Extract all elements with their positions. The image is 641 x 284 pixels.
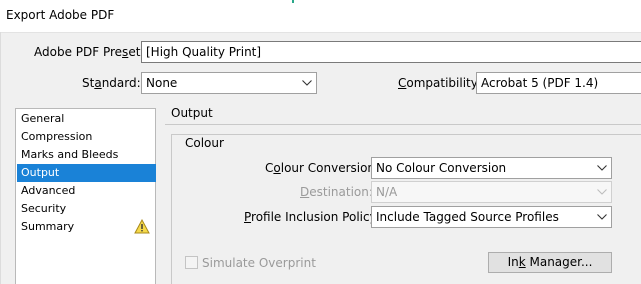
destination-value: N/A (376, 185, 398, 199)
warning-icon (134, 219, 150, 234)
preset-select[interactable]: [High Quality Print] (141, 41, 641, 63)
sidebar-item-output[interactable]: Output (17, 164, 156, 182)
compatibility-value: Acrobat 5 (PDF 1.4) (481, 76, 599, 90)
preset-label: Adobe PDF Preset: (34, 45, 145, 59)
chevron-down-icon (298, 73, 316, 93)
sidebar-item-general[interactable]: General (17, 110, 156, 128)
destination-label: Destination: (300, 185, 373, 199)
sidebar-item-marks-and-bleeds[interactable]: Marks and Bleeds (17, 146, 156, 164)
section-divider (165, 124, 641, 125)
simulate-overprint-checkbox[interactable] (185, 256, 198, 269)
preset-value: [High Quality Print] (146, 45, 262, 59)
sidebar-item-summary[interactable]: Summary (17, 218, 156, 236)
simulate-overprint-label: Simulate Overprint (202, 256, 316, 270)
profile-inclusion-policy-label: Profile Inclusion Policy: (244, 210, 380, 224)
sidebar-item-advanced[interactable]: Advanced (17, 182, 156, 200)
sidebar-nav: General Compression Marks and Bleeds Out… (15, 108, 156, 284)
ink-manager-button[interactable]: Ink Manager... (488, 252, 612, 273)
compatibility-label: Compatibility: (398, 76, 482, 90)
sidebar-item-compression[interactable]: Compression (17, 128, 156, 146)
window-title: Export Adobe PDF (6, 8, 115, 22)
profile-inclusion-policy-value: Include Tagged Source Profiles (376, 210, 559, 224)
chevron-down-icon (593, 182, 611, 202)
destination-select[interactable]: N/A (371, 181, 612, 203)
standard-value: None (146, 76, 178, 90)
colour-conversion-select[interactable]: No Colour Conversion (371, 157, 612, 179)
chevron-down-icon (593, 207, 611, 227)
compatibility-select[interactable]: Acrobat 5 (PDF 1.4) (476, 72, 641, 94)
colour-group-title: Colour (185, 136, 224, 150)
title-bar: Export Adobe PDF (0, 0, 641, 33)
sidebar-item-label: Summary (21, 220, 75, 233)
colour-conversion-value: No Colour Conversion (376, 161, 507, 175)
standard-label: Standard: (82, 76, 141, 90)
standard-select[interactable]: None (141, 72, 317, 94)
colour-conversion-label: Colour Conversion: (265, 161, 380, 175)
chevron-down-icon (593, 158, 611, 178)
title-bar-accent (292, 0, 294, 3)
profile-inclusion-policy-select[interactable]: Include Tagged Source Profiles (371, 206, 612, 228)
section-title: Output (171, 106, 213, 120)
sidebar-item-security[interactable]: Security (17, 200, 156, 218)
dialog-left-border (0, 32, 1, 284)
